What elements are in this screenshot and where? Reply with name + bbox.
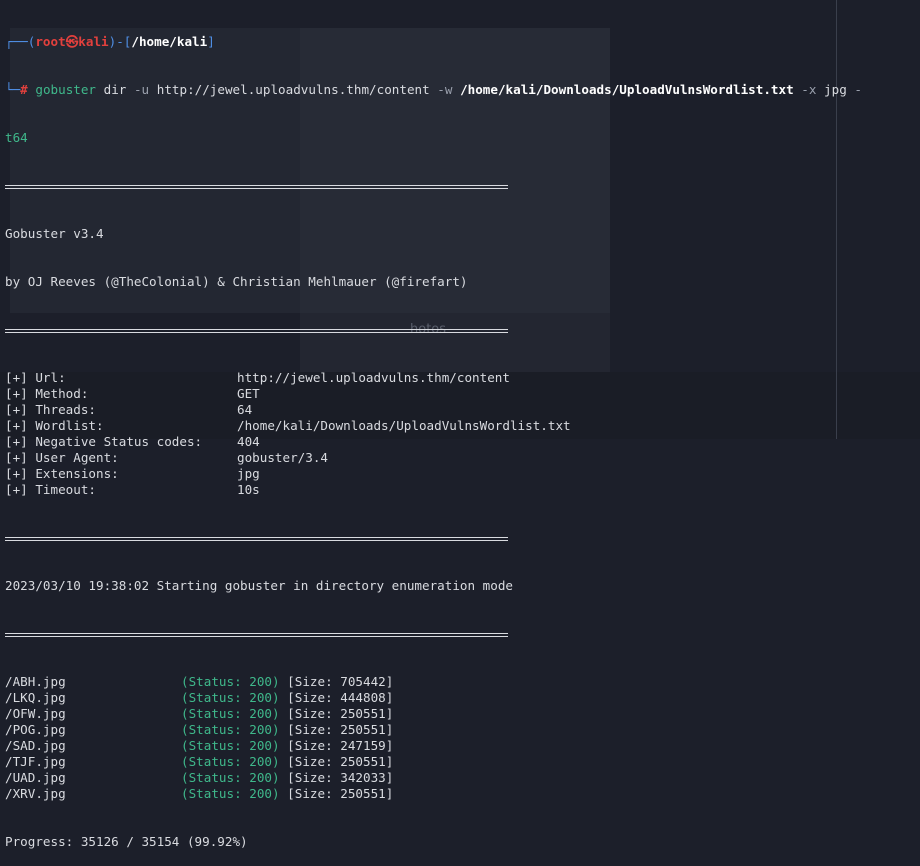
start-line: 2023/03/10 19:38:02 Starting gobuster in… — [5, 578, 513, 593]
separator — [5, 322, 910, 338]
prompt-line: ┌──(root㉿kali)-[/home/kali] — [5, 34, 215, 49]
banner-version: Gobuster v3.4 — [5, 226, 104, 241]
config-key: [+] User Agent: — [5, 450, 119, 465]
result-size: [Size: 250551] — [287, 722, 394, 737]
config-value: http://jewel.uploadvulns.thm/content — [237, 370, 510, 385]
result-row: /SAD.jpg (Status: 200) [Size: 247159] — [5, 738, 910, 754]
config-row: [+] Wordlist: /home/kali/Downloads/Upload… — [5, 418, 910, 434]
result-status: (Status: 200) — [181, 690, 280, 705]
command-line: └─# gobuster dir -u http://jewel.uploadv… — [5, 82, 862, 97]
result-status: (Status: 200) — [181, 770, 280, 785]
result-path: /ABH.jpg — [5, 674, 66, 689]
result-status: (Status: 200) — [181, 722, 280, 737]
result-size: [Size: 250551] — [287, 754, 394, 769]
separator — [5, 530, 910, 546]
command-flag-x: -x — [801, 82, 817, 97]
config-key: [+] Method: — [5, 386, 89, 401]
result-row: /ABH.jpg (Status: 200) [Size: 705442] — [5, 674, 910, 690]
command-wordlist: /home/kali/Downloads/UploadVulnsWordlist… — [460, 82, 794, 97]
command-flag-w: -w — [437, 82, 453, 97]
result-status: (Status: 200) — [181, 754, 280, 769]
config-key: [+] Threads: — [5, 402, 96, 417]
config-value: 64 — [237, 402, 253, 417]
config-key: [+] Url: — [5, 370, 66, 385]
command-flag-u: -u — [133, 82, 150, 97]
prompt-cwd: /home/kali — [131, 34, 208, 49]
prompt-user: root — [35, 34, 66, 49]
result-size: [Size: 342033] — [287, 770, 394, 785]
result-size: [Size: 247159] — [287, 738, 394, 753]
config-row: [+] Extensions: jpg — [5, 466, 910, 482]
config-row: [+] Timeout: 10s — [5, 482, 910, 498]
config-value: 404 — [237, 434, 260, 449]
result-size: [Size: 250551] — [287, 706, 394, 721]
command-wrap: t64 — [5, 130, 28, 145]
result-row: /TJF.jpg (Status: 200) [Size: 250551] — [5, 754, 910, 770]
config-row: [+] Url: http://jewel.uploadvulns.thm/con… — [5, 370, 910, 386]
prompt-host: kali — [78, 34, 109, 49]
result-size: [Size: 705442] — [287, 674, 394, 689]
config-row: [+] Negative Status codes: 404 — [5, 434, 910, 450]
result-status: (Status: 200) — [181, 674, 280, 689]
result-row: /UAD.jpg (Status: 200) [Size: 342033] — [5, 770, 910, 786]
result-row: /LKQ.jpg (Status: 200) [Size: 444808] — [5, 690, 910, 706]
config-row: [+] Method: GET — [5, 386, 910, 402]
command-ext: jpg — [824, 82, 847, 97]
result-size: [Size: 444808] — [287, 690, 394, 705]
config-key: [+] Timeout: — [5, 482, 96, 497]
progress-line: Progress: 35126 / 35154 (99.92%) — [5, 834, 248, 849]
command-mode: dir — [103, 82, 127, 97]
config-key: [+] Wordlist: — [5, 418, 104, 433]
config-block: [+] Url: http://jewel.uploadvulns.thm/con… — [5, 370, 910, 498]
config-value: GET — [237, 386, 260, 401]
result-path: /OFW.jpg — [5, 706, 66, 721]
command-url: http://jewel.uploadvulns.thm/content — [156, 82, 430, 97]
prompt-symbol: # — [20, 82, 28, 97]
result-status: (Status: 200) — [181, 738, 280, 753]
result-path: /LKQ.jpg — [5, 690, 66, 705]
result-path: /TJF.jpg — [5, 754, 66, 769]
terminal-output[interactable]: ┌──(root㉿kali)-[/home/kali] └─# gobuster… — [5, 2, 910, 866]
config-row: [+] User Agent: gobuster/3.4 — [5, 450, 910, 466]
result-row: /POG.jpg (Status: 200) [Size: 250551] — [5, 722, 910, 738]
result-size: [Size: 250551] — [287, 786, 394, 801]
result-path: /POG.jpg — [5, 722, 66, 737]
config-row: [+] Threads: 64 — [5, 402, 910, 418]
result-status: (Status: 200) — [181, 706, 280, 721]
command-tool: gobuster — [35, 82, 97, 97]
result-path: /UAD.jpg — [5, 770, 66, 785]
result-row: /XRV.jpg (Status: 200) [Size: 250551] — [5, 786, 910, 802]
config-value: /home/kali/Downloads/UploadVulnsWordlist… — [237, 418, 571, 433]
separator — [5, 178, 910, 194]
result-row: /OFW.jpg (Status: 200) [Size: 250551] — [5, 706, 910, 722]
config-value: gobuster/3.4 — [237, 450, 328, 465]
separator — [5, 626, 910, 642]
config-value: jpg — [237, 466, 260, 481]
config-value: 10s — [237, 482, 260, 497]
results-block: /ABH.jpg (Status: 200) [Size: 705442]/LKQ… — [5, 674, 910, 802]
result-status: (Status: 200) — [181, 786, 280, 801]
command-flag-t: - — [854, 82, 862, 97]
result-path: /SAD.jpg — [5, 738, 66, 753]
result-path: /XRV.jpg — [5, 786, 66, 801]
banner-authors: by OJ Reeves (@TheColonial) & Christian … — [5, 274, 468, 289]
config-key: [+] Extensions: — [5, 466, 119, 481]
config-key: [+] Negative Status codes: — [5, 434, 203, 449]
